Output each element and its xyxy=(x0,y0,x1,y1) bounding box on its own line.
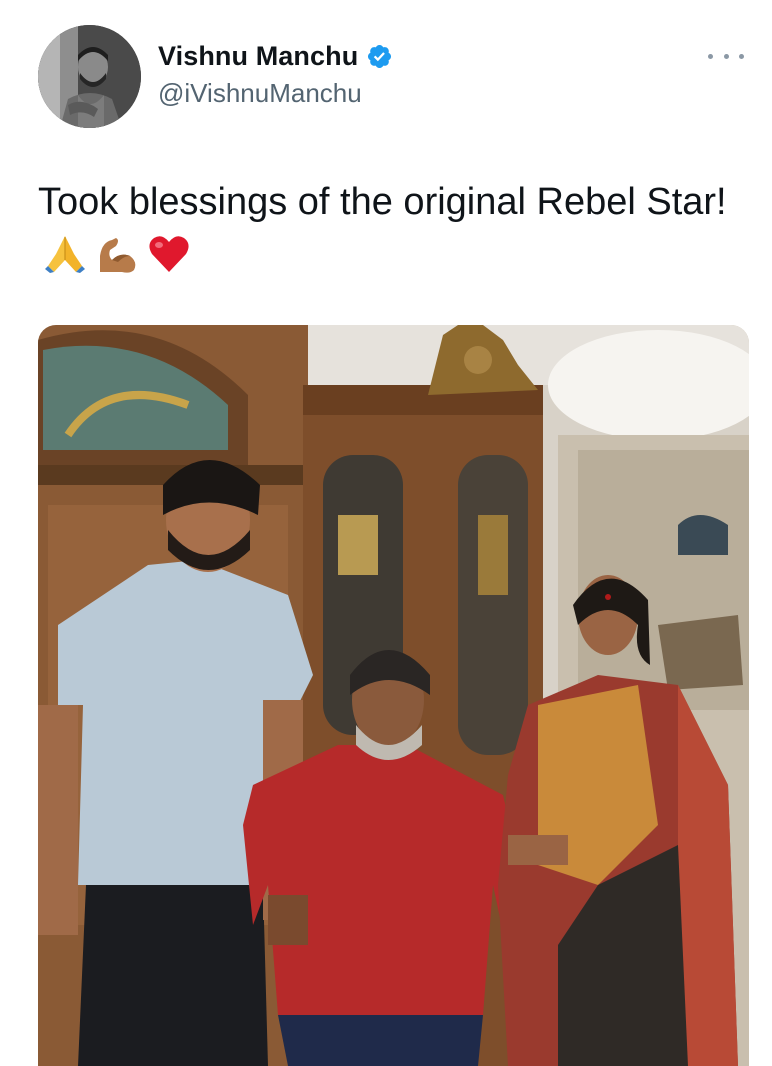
red-heart-emoji xyxy=(149,236,189,272)
tweet-body: Took blessings of the original Rebel Sta… xyxy=(38,175,738,283)
avatar[interactable] xyxy=(38,25,141,128)
tweet-header: Vishnu Manchu @iVishnuManchu xyxy=(38,25,748,130)
tweet-text: Took blessings of the original Rebel Sta… xyxy=(38,181,727,223)
tweet-emojis xyxy=(44,234,190,274)
author-display-name[interactable]: Vishnu Manchu xyxy=(158,41,358,72)
tweet-author: Vishnu Manchu @iVishnuManchu xyxy=(158,41,393,109)
author-handle[interactable]: @iVishnuManchu xyxy=(158,78,393,109)
tweet-photo[interactable] xyxy=(38,325,749,1066)
avatar-photo xyxy=(38,25,141,128)
more-options-icon[interactable] xyxy=(708,49,744,63)
photo-image xyxy=(38,325,749,1066)
verified-badge-icon xyxy=(366,43,393,70)
tweet-card: Vishnu Manchu @iVishnuManchu Took blessi… xyxy=(0,0,772,1066)
name-row: Vishnu Manchu xyxy=(158,41,393,72)
flexed-biceps-emoji xyxy=(100,238,136,273)
folded-hands-emoji xyxy=(45,236,85,273)
